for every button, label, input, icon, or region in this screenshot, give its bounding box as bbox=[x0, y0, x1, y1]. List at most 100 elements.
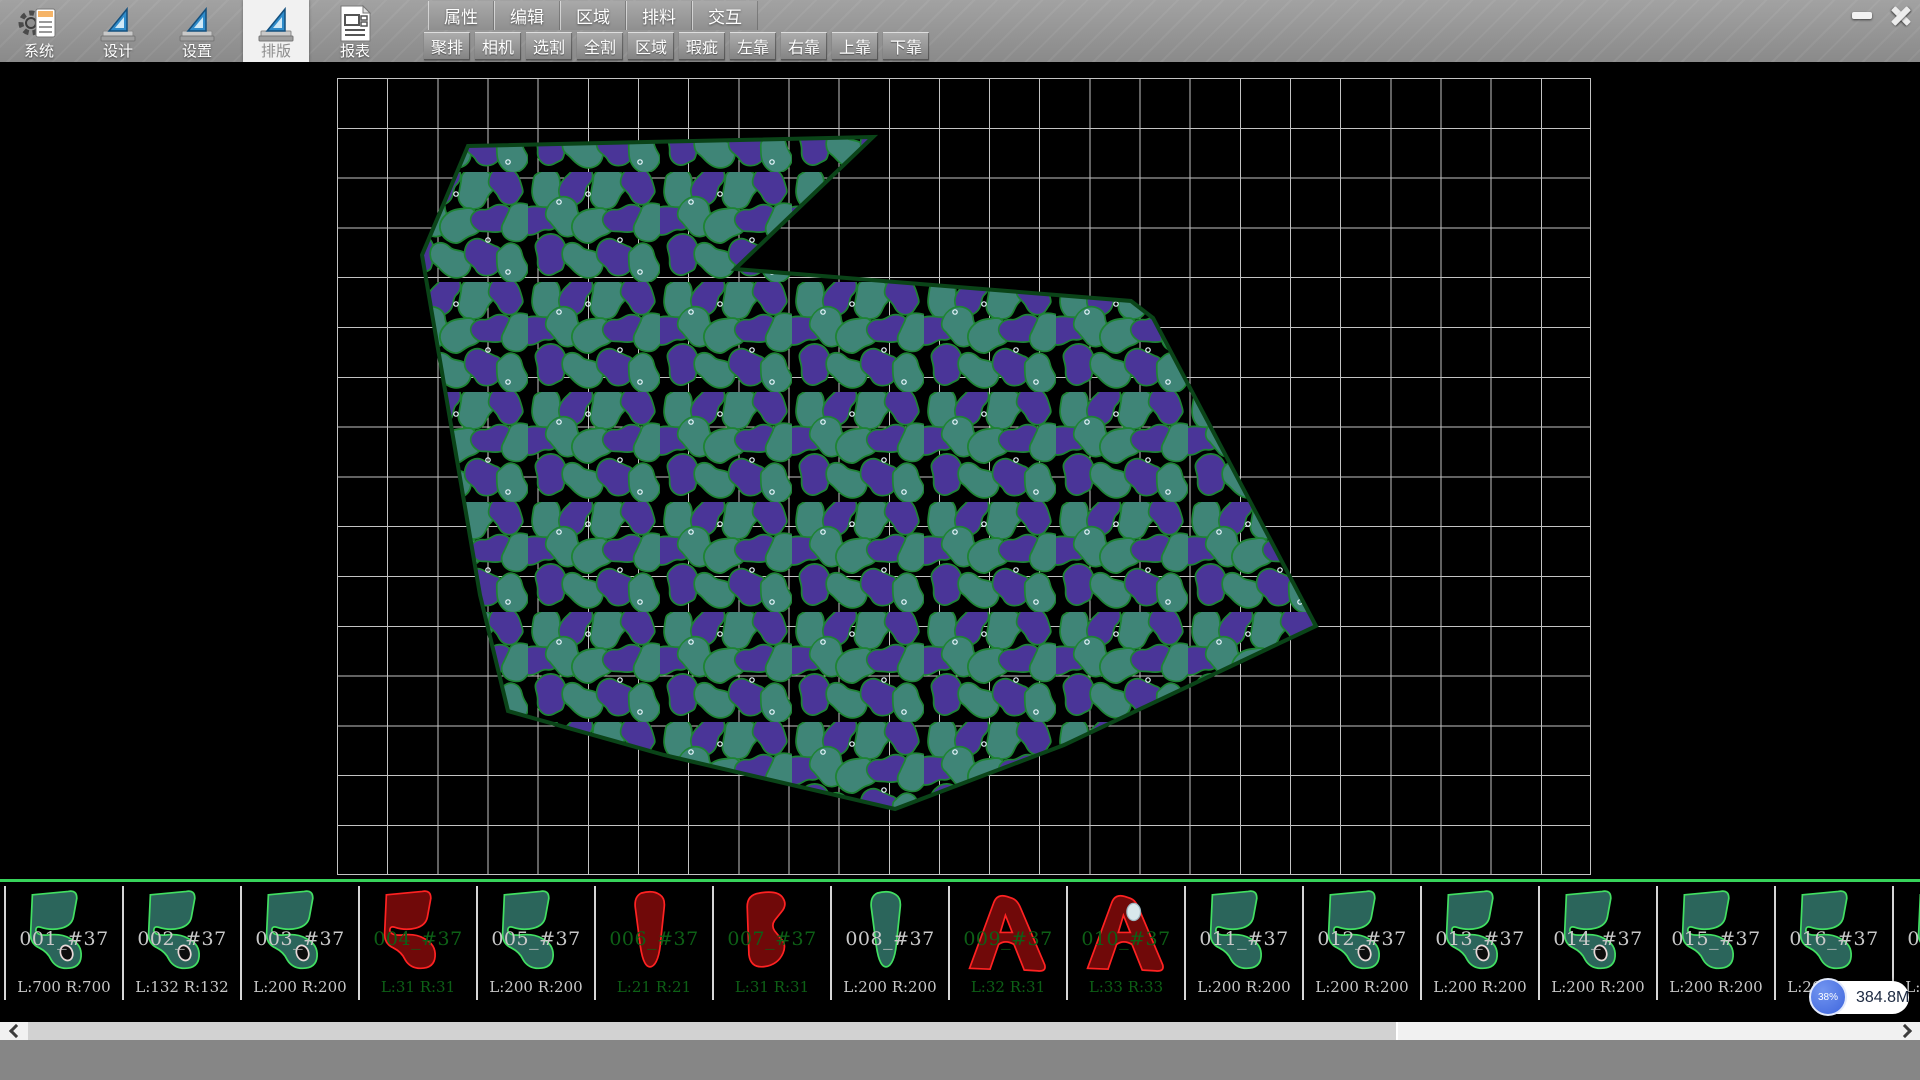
scroll-right-button[interactable] bbox=[1892, 1022, 1920, 1040]
part-id: 017_#37 bbox=[1894, 928, 1920, 950]
part-id: 005_#37 bbox=[478, 928, 594, 950]
part-cell-012_#37[interactable]: 012_#37 L:200 R:200 bbox=[1304, 886, 1422, 1000]
main-toolbar: 系统设计设置排版报表 属性编辑区域排料交互 聚排相机选割全割区域瑕疵左靠右靠上靠… bbox=[0, 0, 1920, 62]
tab-5[interactable]: 报表 bbox=[322, 0, 388, 62]
part-id: 003_#37 bbox=[242, 928, 358, 950]
part-lr-count: L:200 R:200 bbox=[832, 978, 948, 996]
status-bar bbox=[0, 1040, 1920, 1080]
part-lr-count: L:200 R:200 bbox=[1422, 978, 1538, 996]
leather-hide[interactable] bbox=[422, 137, 1316, 809]
part-cell-011_#37[interactable]: 011_#37 L:200 R:200 bbox=[1186, 886, 1304, 1000]
tab-label: 设置 bbox=[182, 44, 212, 60]
scrollbar-thumb[interactable] bbox=[28, 1022, 1398, 1040]
tool-button-7[interactable]: 左靠 bbox=[730, 32, 776, 60]
part-id: 002_#37 bbox=[124, 928, 240, 950]
part-lr-count: L:200 R:200 bbox=[1658, 978, 1774, 996]
menu-row: 属性编辑区域排料交互 bbox=[428, 1, 758, 30]
part-id: 004_#37 bbox=[360, 928, 476, 950]
part-cell-013_#37[interactable]: 013_#37 L:200 R:200 bbox=[1422, 886, 1540, 1000]
part-lr-count: L:700 R:700 bbox=[6, 978, 122, 996]
tool-button-10[interactable]: 下靠 bbox=[883, 32, 929, 60]
part-id: 008_#37 bbox=[832, 928, 948, 950]
menu-button-2[interactable]: 编辑 bbox=[494, 1, 560, 30]
tool-row: 聚排相机选割全割区域瑕疵左靠右靠上靠下靠 bbox=[424, 32, 929, 60]
part-cell-001_#37[interactable]: 001_#37 L:700 R:700 bbox=[4, 886, 124, 1000]
part-lr-count: L:32 R:31 bbox=[950, 978, 1066, 996]
tool-button-9[interactable]: 上靠 bbox=[832, 32, 878, 60]
part-cell-003_#37[interactable]: 003_#37 L:200 R:200 bbox=[242, 886, 360, 1000]
part-lr-count: L:21 R:21 bbox=[596, 978, 712, 996]
tool-button-2[interactable]: 相机 bbox=[475, 32, 521, 60]
tool-button-4[interactable]: 全割 bbox=[577, 32, 623, 60]
part-id: 015_#37 bbox=[1658, 928, 1774, 950]
part-cell-015_#37[interactable]: 015_#37 L:200 R:200 bbox=[1658, 886, 1776, 1000]
close-icon bbox=[1889, 4, 1913, 28]
scroll-left-icon bbox=[8, 1024, 22, 1038]
set-square-icon bbox=[174, 3, 220, 44]
part-id: 014_#37 bbox=[1540, 928, 1656, 950]
tab-label: 系统 bbox=[24, 44, 54, 60]
part-lr-count: L:31 R:31 bbox=[360, 978, 476, 996]
window-controls bbox=[1846, 3, 1917, 28]
system-gear-icon bbox=[16, 3, 62, 44]
tab-label: 设计 bbox=[103, 44, 133, 60]
menu-button-4[interactable]: 排料 bbox=[626, 1, 692, 30]
part-id: 010_#37 bbox=[1068, 928, 1184, 950]
part-cell-008_#37[interactable]: 008_#37 L:200 R:200 bbox=[832, 886, 950, 1000]
part-id: 011_#37 bbox=[1186, 928, 1302, 950]
horizontal-scrollbar[interactable] bbox=[0, 1022, 1920, 1040]
part-id: 012_#37 bbox=[1304, 928, 1420, 950]
tool-button-8[interactable]: 右靠 bbox=[781, 32, 827, 60]
close-button[interactable] bbox=[1885, 3, 1917, 28]
part-cell-002_#37[interactable]: 002_#37 L:132 R:132 bbox=[124, 886, 242, 1000]
part-id: 016_#37 bbox=[1776, 928, 1892, 950]
parts-list: 001_#37L:700 R:700002_#37L:132 R:132003_… bbox=[4, 886, 1920, 1000]
part-id: 007_#37 bbox=[714, 928, 830, 950]
part-lr-count: L:200 R:200 bbox=[1540, 978, 1656, 996]
tool-button-3[interactable]: 选割 bbox=[526, 32, 572, 60]
part-id: 009_#37 bbox=[950, 928, 1066, 950]
part-cell-007_#37[interactable]: 007_#37 L:31 R:31 bbox=[714, 886, 832, 1000]
tool-button-5[interactable]: 区域 bbox=[628, 32, 674, 60]
menu-button-5[interactable]: 交互 bbox=[692, 1, 758, 30]
minimize-icon bbox=[1852, 12, 1872, 19]
report-icon bbox=[332, 3, 378, 44]
part-cell-009_#37[interactable]: 009_#37 L:32 R:31 bbox=[950, 886, 1068, 1000]
part-lr-count: L:132 R:132 bbox=[124, 978, 240, 996]
scroll-right-icon bbox=[1897, 1024, 1911, 1038]
part-cell-006_#37[interactable]: 006_#37 L:21 R:21 bbox=[596, 886, 714, 1000]
tab-2[interactable]: 设计 bbox=[85, 0, 151, 62]
part-id: 006_#37 bbox=[596, 928, 712, 950]
part-lr-count: L:200 R:200 bbox=[1186, 978, 1302, 996]
memory-value: 384.8M bbox=[1856, 981, 1909, 1014]
menu-button-1[interactable]: 属性 bbox=[428, 1, 494, 30]
tab-4[interactable]: 排版 bbox=[243, 0, 309, 62]
part-lr-count: L:200 R:200 bbox=[478, 978, 594, 996]
part-lr-count: L:33 R:33 bbox=[1068, 978, 1184, 996]
menu-button-3[interactable]: 区域 bbox=[560, 1, 626, 30]
tab-label: 排版 bbox=[261, 44, 291, 60]
tab-1[interactable]: 系统 bbox=[6, 0, 72, 62]
tab-label: 报表 bbox=[340, 44, 370, 60]
nesting-canvas[interactable] bbox=[0, 62, 1920, 879]
part-lr-count: L:200 R:200 bbox=[1304, 978, 1420, 996]
progress-circle: 38% bbox=[1809, 978, 1847, 1016]
part-cell-004_#37[interactable]: 004_#37 L:31 R:31 bbox=[360, 886, 478, 1000]
tab-3[interactable]: 设置 bbox=[164, 0, 230, 62]
part-cell-014_#37[interactable]: 014_#37 L:200 R:200 bbox=[1540, 886, 1658, 1000]
part-id: 001_#37 bbox=[6, 928, 122, 950]
set-square-icon bbox=[253, 3, 299, 44]
parts-strip: 001_#37L:700 R:700002_#37L:132 R:132003_… bbox=[0, 882, 1920, 1022]
minimize-button[interactable] bbox=[1846, 3, 1878, 28]
part-lr-count: L:200 R:200 bbox=[242, 978, 358, 996]
part-lr-count: L:31 R:31 bbox=[714, 978, 830, 996]
part-id: 013_#37 bbox=[1422, 928, 1538, 950]
scroll-left-button[interactable] bbox=[0, 1022, 28, 1040]
part-cell-010_#37[interactable]: 010_#37 L:33 R:33 bbox=[1068, 886, 1186, 1000]
nest-layout-svg bbox=[0, 62, 1920, 879]
status-badge: 38% 384.8M bbox=[1812, 981, 1909, 1014]
part-cell-005_#37[interactable]: 005_#37 L:200 R:200 bbox=[478, 886, 596, 1000]
set-square-icon bbox=[95, 3, 141, 44]
tool-button-6[interactable]: 瑕疵 bbox=[679, 32, 725, 60]
tool-button-1[interactable]: 聚排 bbox=[424, 32, 470, 60]
